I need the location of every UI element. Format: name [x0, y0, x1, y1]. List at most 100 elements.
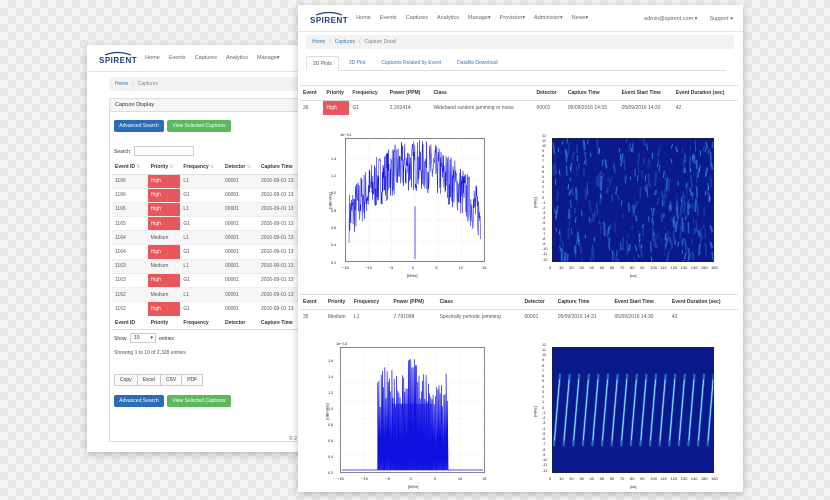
nav-analytics[interactable]: Analytics	[437, 15, 459, 21]
spectro-streak	[664, 232, 667, 241]
table-row[interactable]: 1166 High L1 00001 2016-09-01 13	[112, 173, 302, 189]
table-row[interactable]: 1166 High G1 00001 2016-09-01 13	[112, 187, 302, 203]
y-tick-label: 10	[542, 143, 547, 148]
cell-capture-time: 05/09/2016 14:31	[557, 313, 597, 320]
csv-button[interactable]: CSV	[160, 374, 183, 386]
table-row[interactable]: 1165 High L1 00001 2016-09-01 13	[112, 201, 302, 217]
table-row[interactable]: 1164 Medium L1 00001 2016-09-01 13	[112, 230, 302, 245]
entries-label: entries	[159, 336, 175, 342]
x-tick-label: 40	[589, 265, 594, 270]
spectro-streak	[683, 200, 686, 215]
col-capture-time[interactable]: Capture Time	[257, 160, 302, 175]
detail-tabs: 2D Plots 3D Plot Captures Related by Eve…	[306, 56, 726, 71]
col-frequency[interactable]: Frequency ⇅	[180, 160, 223, 175]
cell-detector: 00001	[222, 301, 258, 316]
spectro-streak	[694, 198, 698, 212]
y-tick-label: 3	[542, 389, 545, 394]
foot-priority: Priority	[147, 315, 181, 331]
nav-captures[interactable]: Captures	[195, 55, 217, 61]
captures-list-window: SPIRENT Home Events Captures Analytics M…	[87, 45, 309, 452]
y-axis-label: [dBm/Hz]	[324, 403, 330, 420]
y-tick-label: 2	[542, 185, 545, 190]
spectro-streak	[681, 146, 684, 154]
x-tick-label: 150	[700, 265, 708, 270]
cell-frequency: L1	[180, 286, 223, 302]
col-event-id[interactable]: Event ID ⇅	[112, 160, 148, 175]
tab-2d-plots[interactable]: 2D Plots	[306, 56, 339, 71]
col-detector[interactable]: Detector ⇅	[222, 160, 258, 175]
advanced-search-button[interactable]: Advanced Search	[114, 120, 164, 132]
nav-events[interactable]: Events	[169, 55, 186, 61]
breadcrumb-home[interactable]: Home	[115, 81, 128, 87]
view-selected-captures-button[interactable]: View Selected Captures	[167, 120, 231, 132]
cell-priority: High	[147, 187, 181, 203]
table-row[interactable]: 1164 High G1 00001 2016-09-01 13	[112, 244, 302, 260]
cell-frequency: L1	[353, 313, 360, 320]
y-tick-label: -3	[542, 211, 546, 215]
spectro-streak	[681, 217, 684, 233]
y-tick-label: 5	[542, 379, 545, 384]
col-priority[interactable]: Priority ⇅	[147, 160, 181, 175]
spirent-logo[interactable]: SPIRENT	[310, 11, 348, 25]
y-tick-label: 0.2	[328, 470, 334, 475]
user-menu[interactable]: admin@spirent.com ▾	[644, 16, 697, 22]
spectro-streak	[695, 185, 699, 199]
table-row[interactable]: 1162 High G1 00001 2016-09-01 13	[112, 301, 302, 316]
cell-frequency: G1	[180, 216, 223, 231]
foot-frequency: Frequency	[180, 315, 223, 331]
nav-administer[interactable]: Administer▾	[534, 15, 563, 21]
col-detector: Detector	[521, 294, 555, 310]
cell-capture-time: 2016-09-01 13	[257, 187, 302, 203]
tab-3d-plot[interactable]: 3D Plot	[343, 56, 371, 70]
x-axis-label: [us]	[630, 484, 637, 489]
foot-event-id: Event ID	[112, 315, 148, 331]
nav-captures[interactable]: Captures	[406, 15, 428, 21]
psd-trace	[345, 138, 485, 262]
spectro-streak	[608, 237, 611, 248]
spectro-streak	[688, 203, 691, 209]
search-input[interactable]	[134, 146, 194, 156]
cell-event-id: 1166	[112, 187, 148, 203]
breadcrumb-captures[interactable]: Captures	[335, 39, 355, 45]
copy-button[interactable]: Copy	[114, 374, 138, 386]
nav-manage[interactable]: Manage▾	[257, 55, 280, 61]
support-menu[interactable]: Support ▾	[709, 16, 733, 22]
table-row[interactable]: 1163 High G1 00001 2016-09-01 13	[112, 272, 302, 288]
nav-events[interactable]: Events	[380, 15, 397, 21]
cell-detector: 00001	[536, 104, 551, 111]
nav-manage[interactable]: Manage▾	[468, 15, 491, 21]
excel-button[interactable]: Excel	[137, 374, 161, 386]
y-tick-label: -5	[542, 221, 546, 226]
table-row[interactable]: 1162 Medium L1 00001 2016-09-01 13	[112, 286, 302, 302]
y-tick-label: 1.4	[328, 374, 334, 379]
y-tick-label: 11	[542, 347, 546, 352]
spectro-streak	[605, 186, 610, 194]
spectro-streak	[660, 213, 664, 223]
view-selected-captures-button-bottom[interactable]: View Selected Captures	[167, 395, 231, 407]
nav-home[interactable]: Home	[145, 55, 160, 61]
search-label: Search:	[114, 149, 132, 155]
table-row[interactable]: 1163 Medium L1 00001 2016-09-01 13	[112, 258, 302, 274]
advanced-search-button-bottom[interactable]: Advanced Search	[114, 395, 164, 407]
y-tick-label: -8	[542, 447, 546, 452]
breadcrumb-home[interactable]: Home	[312, 39, 325, 45]
y-axis-label: [dBm/Hz]	[327, 192, 333, 209]
nav-home[interactable]: Home	[356, 15, 371, 21]
tab-datafile-download[interactable]: Datafile Download	[451, 56, 504, 70]
spectro-streak	[631, 204, 635, 217]
spirent-logo[interactable]: SPIRENT	[99, 51, 137, 65]
spectro-streak	[689, 145, 692, 151]
spectro-streak	[564, 149, 568, 159]
y-tick-label: 4	[542, 384, 545, 389]
nav-analytics[interactable]: Analytics	[226, 55, 248, 61]
x-tick-label: 90	[640, 476, 645, 481]
pdf-button[interactable]: PDF	[182, 374, 204, 386]
nav-provision[interactable]: Provision▾	[500, 15, 525, 21]
y-tick-label: 0.6	[328, 438, 334, 443]
entries-select[interactable]: 10 ▾	[130, 333, 156, 343]
nav-news[interactable]: News▾	[572, 15, 589, 21]
tab-captures-related[interactable]: Captures Related by Event	[375, 56, 447, 70]
x-tick-label: 10	[559, 476, 564, 481]
cell-frequency: L1	[180, 201, 223, 217]
table-row[interactable]: 1165 High G1 00001 2016-09-01 13	[112, 216, 302, 231]
